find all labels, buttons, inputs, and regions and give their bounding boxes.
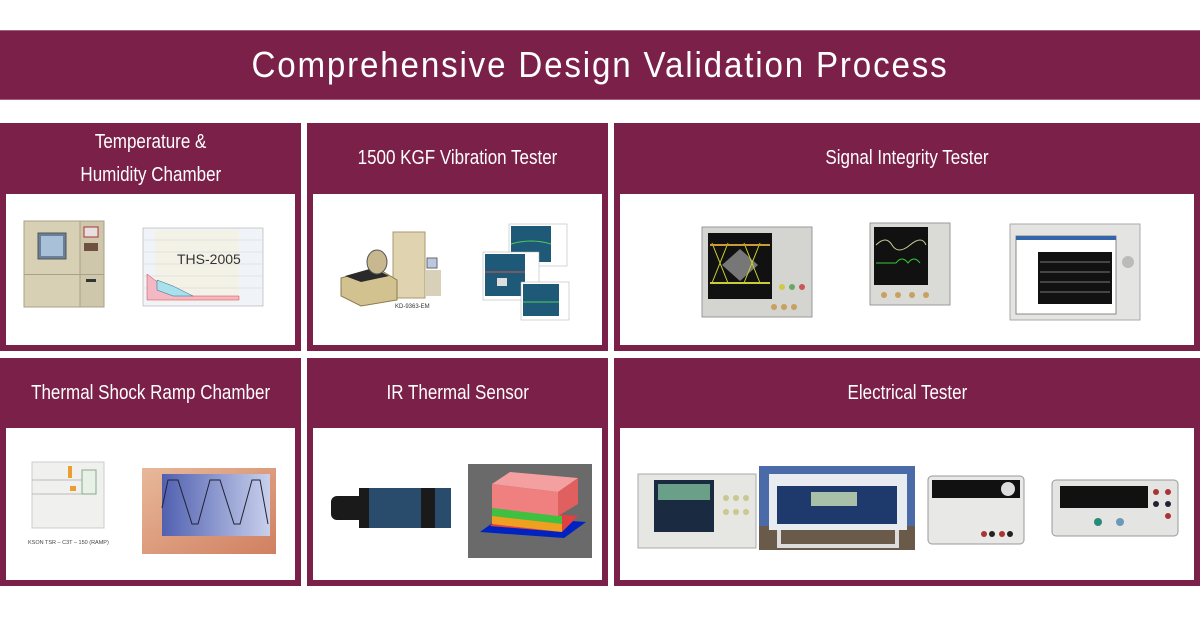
ths-chart: THS-2005: [142, 227, 264, 307]
panel-thermal-shock: Thermal Shock Ramp Chamber KSON TSR – C3…: [0, 358, 301, 586]
thermal-map-image: [468, 464, 592, 558]
temperature-humidity-chamber-photo: [23, 220, 105, 308]
panel-signal-integrity: Signal Integrity Tester: [614, 123, 1200, 351]
ths-label: THS-2005: [177, 251, 241, 267]
page-title: Comprehensive Design Validation Process: [251, 44, 949, 85]
ir-camera-photo: [331, 488, 451, 528]
dc-power-supply: [927, 475, 1025, 545]
panel-title: 1500 KGF Vibration Tester: [357, 147, 558, 169]
panel-vibration-tester: 1500 KGF Vibration Tester KD-9363-EM: [307, 123, 608, 351]
logic-analyzer: [1009, 223, 1141, 321]
panel-body: [620, 428, 1194, 580]
panel-title: Electrical Tester: [847, 381, 967, 404]
panel-electrical-tester: Electrical Tester: [614, 358, 1200, 586]
vibration-tester-photo: KD-9363-EM: [340, 231, 441, 310]
panel-body: [313, 428, 602, 580]
panel-title: Signal Integrity Tester: [825, 147, 989, 169]
mixed-signal-oscilloscope: [637, 473, 757, 549]
panel-title: Temperature & Humidity Chamber: [80, 130, 221, 186]
vibration-model-label: KD-9363-EM: [395, 304, 430, 310]
panel-body: [620, 194, 1194, 345]
eye-diagram-oscilloscope: [701, 226, 813, 318]
digital-oscilloscope: [869, 222, 951, 306]
thermal-shock-chamber-photo: KSON TSR – C3T – 150 (RAMP): [28, 461, 109, 546]
panel-title: Thermal Shock Ramp Chamber: [30, 381, 271, 404]
panel-body: KSON TSR – C3T – 150 (RAMP): [6, 428, 295, 580]
vibration-analysis-screens: [482, 223, 570, 321]
blue-bench-meter: [759, 466, 915, 550]
panel-ir-thermal-sensor: IR Thermal Sensor: [307, 358, 608, 586]
digital-multimeter: [1051, 479, 1179, 537]
panel-title: IR Thermal Sensor: [386, 381, 529, 404]
panel-temperature-humidity: Temperature & Humidity Chamber THS-2005: [0, 123, 301, 351]
temperature-cycle-chart: [142, 468, 276, 554]
chamber-model-label: KSON TSR – C3T – 150 (RAMP): [28, 540, 109, 546]
panel-body: KD-9363-EM: [313, 194, 602, 345]
panel-body: THS-2005: [6, 194, 295, 345]
